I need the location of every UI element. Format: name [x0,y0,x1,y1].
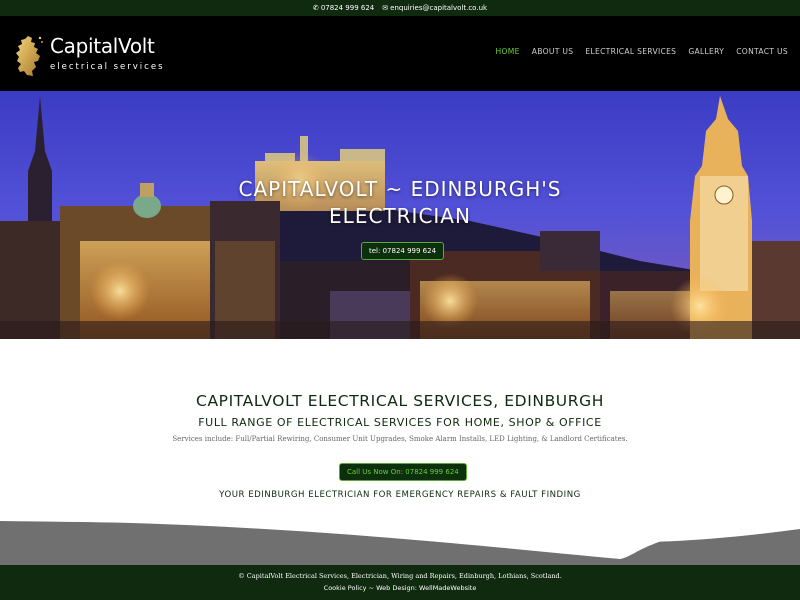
site-footer: © CapitalVolt Electrical Services, Elect… [0,565,800,600]
page-heading: CAPITALVOLT ELECTRICAL SERVICES, EDINBUR… [196,392,604,410]
main-nav: HOME ABOUT US ELECTRICAL SERVICES GALLER… [495,47,788,56]
call-now-button[interactable]: Call Us Now On: 07824 999 624 [339,463,467,481]
nav-contact-us[interactable]: CONTACT US [736,47,788,56]
hero-banner: CAPITALVOLT ~ EDINBURGH'S ELECTRICIAN [0,91,800,339]
page-subheading: FULL RANGE OF ELECTRICAL SERVICES FOR HO… [198,416,602,429]
nav-about-us[interactable]: ABOUT US [532,47,574,56]
topbar-email[interactable]: ✉ enquiries@capitalvolt.co.uk [382,4,487,12]
tagline: YOUR EDINBURGH ELECTRICIAN FOR EMERGENCY… [219,490,581,500]
topbar-phone-text[interactable]: 07824 999 624 [321,4,374,12]
footer-copyright: © CapitalVolt Electrical Services, Elect… [238,572,562,580]
section-divider [0,509,800,565]
footer-separator: ~ [366,584,377,592]
services-text: Services include: Full/Partial Rewiring,… [172,435,628,443]
hero-phone-button-wrap: tel: 07824 999 624 [361,238,445,260]
hero-title: CAPITALVOLT ~ EDINBURGH'S ELECTRICIAN [200,176,600,230]
web-design-link[interactable]: WellMadeWebsite [419,584,476,592]
nav-gallery[interactable]: GALLERY [688,47,724,56]
top-contact-bar: ✆ 07824 999 624 ✉ enquiries@capitalvolt.… [0,0,800,16]
phone-icon: ✆ [312,4,319,12]
scotland-map-icon [16,36,43,76]
call-button-wrap: Call Us Now On: 07824 999 624 [339,459,467,481]
web-design-label: Web Design: [376,584,420,592]
hero-title-line1: CAPITALVOLT ~ EDINBURGH'S [238,177,562,201]
cookie-policy-link[interactable]: Cookie Policy [324,584,367,592]
nav-electrical-services[interactable]: ELECTRICAL SERVICES [585,47,676,56]
site-logo[interactable]: CapitalVolt electrical services [14,28,174,80]
topbar-email-text[interactable]: enquiries@capitalvolt.co.uk [390,4,487,12]
logo-subtitle: electrical services [50,62,165,72]
hero-title-line2: ELECTRICIAN [329,204,471,228]
hero-phone-button[interactable]: tel: 07824 999 624 [361,242,445,260]
topbar-phone[interactable]: ✆ 07824 999 624 [313,4,374,12]
nav-home[interactable]: HOME [495,47,519,56]
envelope-icon: ✉ [382,4,389,12]
main-content: CAPITALVOLT ELECTRICAL SERVICES, EDINBUR… [0,339,800,565]
footer-links: Cookie Policy ~ Web Design: WellMadeWebs… [0,584,800,592]
site-header: CapitalVolt electrical services HOME ABO… [0,16,800,91]
logo-title: CapitalVolt [50,34,155,58]
